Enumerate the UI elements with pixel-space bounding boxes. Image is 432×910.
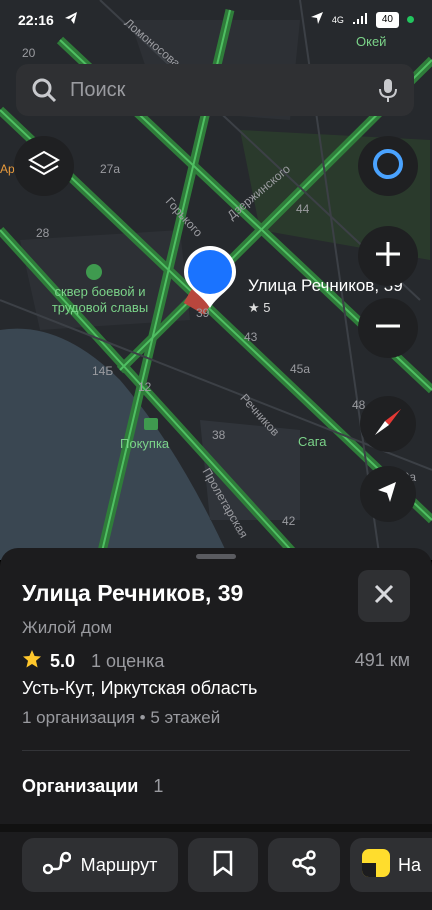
organizations-row[interactable]: Организации 1 [22,776,163,797]
organizations-count: 1 [153,776,164,796]
yandex-service-label: На [398,854,422,875]
search-bar[interactable]: Поиск [16,64,414,116]
map-label: Сага [298,434,327,449]
close-icon [373,583,395,610]
place-distance: 491 км [354,650,410,670]
map-label: 42 [282,514,296,528]
action-bar: Маршрут На [0,838,432,892]
place-title: Улица Речников, 39 [22,580,244,606]
map-label: 38 [212,428,226,442]
star-icon [22,649,42,674]
map-label: 12 [138,380,152,394]
yandex-app-icon [362,848,390,882]
plus-icon [374,240,402,273]
share-button[interactable] [268,838,340,892]
location-arrow-icon [310,11,324,28]
place-rating[interactable]: 5.0 1 оценка [22,649,164,674]
map-label: 45а [290,362,311,376]
place-card: Улица Речников, 39 Жилой дом 5.0 1 оценк… [0,548,432,910]
route-icon [42,851,71,880]
rating-score: 5.0 [50,651,76,671]
map-label: 28 [36,226,50,240]
map-label: 44 [296,202,310,216]
place-type: Жилой дом [22,618,113,637]
compass-icon [373,407,403,442]
minus-icon [374,312,402,345]
yandex-service-button[interactable]: На [350,838,432,892]
search-icon [30,76,58,104]
layers-button[interactable] [14,136,74,196]
compass-button[interactable] [360,396,416,452]
network-indicator: 4G [331,14,344,25]
alice-assistant-button[interactable] [358,136,418,196]
zoom-out-button[interactable] [358,298,418,358]
place-meta: 1 организация • 5 этажей [22,708,221,727]
share-icon [291,849,317,881]
bookmark-icon [212,850,234,881]
map-label: 20 [22,46,36,60]
route-label: Маршрут [80,854,158,875]
alice-icon [371,147,405,186]
layers-icon [27,148,61,185]
route-button[interactable]: Маршрут [22,838,178,892]
place-address: Усть-Кут, Иркутская область [22,678,258,698]
map-label: 43 [244,330,258,344]
map-label: 14Б [92,364,114,378]
signal-icon [352,12,368,28]
park-label[interactable]: сквер боевой и трудовой славы [40,284,160,316]
rating-count: 1 оценка [91,651,165,671]
navigation-arrow-icon [376,480,400,509]
selected-place-pin[interactable] [182,244,238,310]
organizations-label: Организации [22,776,139,796]
search-input[interactable]: Поиск [70,79,125,102]
map-label: 27а [100,162,121,176]
selected-place-rating: ★ 5 [248,300,271,315]
privacy-indicator-icon [407,16,414,23]
telegram-icon [64,11,78,28]
status-bar: 22:16 4G 40 [0,0,432,40]
battery-indicator: 40 [375,11,399,28]
zoom-in-button[interactable] [358,226,418,286]
divider [22,750,410,751]
my-location-button[interactable] [360,466,416,522]
close-button[interactable] [358,570,410,622]
bookmark-button[interactable] [188,838,258,892]
status-time: 22:16 [18,12,54,28]
section-separator [0,824,432,832]
sheet-handle[interactable] [196,554,236,559]
microphone-icon[interactable] [374,76,402,104]
shop-label[interactable]: Покупка [120,436,169,451]
